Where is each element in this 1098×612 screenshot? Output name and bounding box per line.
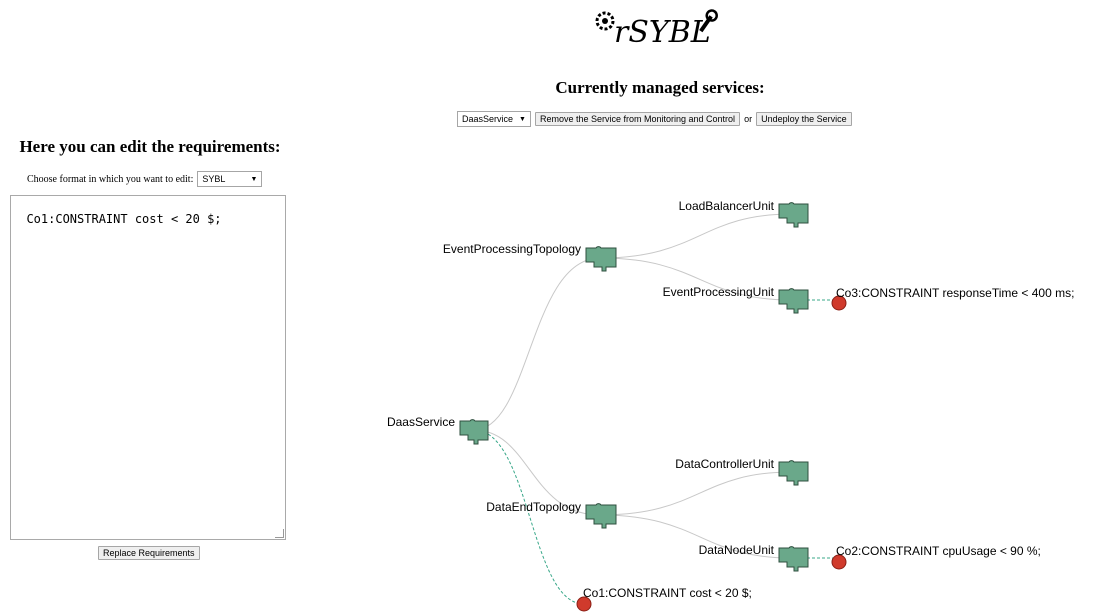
node-data-node-unit[interactable]: DataNodeUnit [699, 543, 809, 572]
puzzle-icon [778, 202, 809, 228]
service-tree: DaasService EventProcessingTopology Load… [387, 199, 1074, 612]
link-daas-eventtopology [473, 257, 601, 431]
node-label: EventProcessingUnit [663, 285, 775, 299]
link-eventtopology-loadbalancer [599, 213, 793, 259]
puzzle-icon [778, 546, 809, 572]
constraint-label: Co2:CONSTRAINT cpuUsage < 90 %; [836, 544, 1041, 558]
puzzle-icon [778, 460, 809, 486]
link-daas-co1 [473, 429, 585, 605]
constraint-co1[interactable]: Co1:CONSTRAINT cost < 20 $; [576, 586, 752, 612]
puzzle-icon [459, 419, 489, 445]
constraint-label: Co1:CONSTRAINT cost < 20 $; [583, 586, 752, 600]
puzzle-icon [585, 503, 617, 529]
node-load-balancer-unit[interactable]: LoadBalancerUnit [679, 199, 809, 228]
node-label: DaasService [387, 415, 455, 429]
puzzle-icon [778, 288, 809, 314]
constraint-label: Co3:CONSTRAINT responseTime < 400 ms; [836, 286, 1074, 300]
node-label: EventProcessingTopology [443, 242, 581, 256]
link-datatopology-datacontroller [599, 471, 793, 516]
node-label: DataControllerUnit [675, 457, 774, 471]
constraint-co3[interactable]: Co3:CONSTRAINT responseTime < 400 ms; [831, 286, 1074, 311]
node-event-processing-topology[interactable]: EventProcessingTopology [443, 242, 617, 272]
puzzle-icon [585, 246, 617, 272]
node-label: DataEndTopology [486, 500, 581, 514]
node-data-end-topology[interactable]: DataEndTopology [486, 500, 617, 529]
node-daas-service[interactable]: DaasService [387, 415, 489, 445]
constraint-co2[interactable]: Co2:CONSTRAINT cpuUsage < 90 %; [831, 544, 1041, 570]
node-label: LoadBalancerUnit [679, 199, 775, 213]
node-label: DataNodeUnit [699, 543, 775, 557]
node-data-controller-unit[interactable]: DataControllerUnit [675, 457, 809, 486]
node-event-processing-unit[interactable]: EventProcessingUnit [663, 285, 809, 314]
